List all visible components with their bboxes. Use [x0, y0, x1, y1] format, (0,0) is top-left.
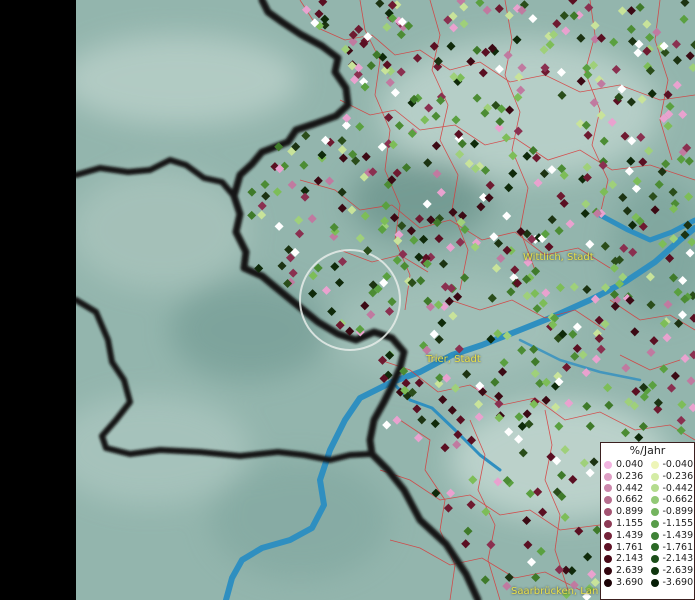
legend-value: -1.439 [662, 529, 694, 541]
legend-swatch [604, 543, 612, 552]
map-margin-strip [0, 0, 76, 600]
legend-swatch [650, 484, 659, 493]
place-label-saarbruecken: Saarbrücken, Lan [511, 586, 599, 597]
legend-row: 0.040 -0.040 [601, 459, 694, 471]
legend-value: 1.439 [616, 529, 644, 541]
legend-swatch [650, 460, 659, 469]
legend-swatch [650, 496, 659, 505]
legend-swatch [604, 484, 612, 493]
legend-value: -0.662 [662, 494, 694, 506]
legend-swatch [650, 531, 659, 540]
legend-row: 1.155 -1.155 [601, 518, 694, 530]
legend-entry-increase: 0.236 [601, 471, 648, 483]
legend-entry-increase: 3.690 [601, 577, 648, 589]
legend-value: 0.662 [616, 494, 644, 506]
legend-row: 0.662 -0.662 [601, 494, 694, 506]
legend-value: -2.143 [662, 553, 694, 565]
map-canvas[interactable] [0, 0, 695, 600]
legend-entry-decrease: -1.761 [648, 542, 695, 554]
legend-entry-increase: 1.761 [601, 542, 648, 554]
legend-entry-decrease: -0.899 [648, 506, 695, 518]
legend-entry-increase: 2.639 [601, 565, 648, 577]
legend-entry-decrease: -1.439 [648, 530, 695, 542]
legend-entry-decrease: -0.662 [648, 494, 695, 506]
legend-swatch [650, 567, 659, 576]
legend-swatch [650, 543, 659, 552]
legend-row: 0.899 -0.899 [601, 506, 694, 518]
legend-swatch [650, 519, 659, 528]
legend-entry-increase: 0.899 [601, 506, 648, 518]
legend-value: 1.761 [616, 541, 644, 553]
legend-swatch [604, 519, 612, 528]
legend-rows: 0.040 -0.040 0.236 -0.236 0.442 -0.442 0.662 -0… [601, 459, 694, 589]
legend-entry-increase: 0.442 [601, 483, 648, 495]
legend-entry-decrease: -2.639 [648, 565, 695, 577]
legend-swatch [604, 496, 612, 505]
legend-swatch [604, 460, 612, 469]
legend-value: 0.899 [616, 506, 644, 518]
legend-value: -0.236 [662, 470, 694, 482]
legend-entry-increase: 0.662 [601, 494, 648, 506]
legend-entry-increase: 1.155 [601, 518, 648, 530]
legend-swatch [604, 567, 612, 576]
legend-entry-increase: 2.143 [601, 553, 648, 565]
legend-swatch [604, 578, 612, 587]
legend-swatch [650, 472, 659, 481]
legend-swatch [604, 531, 612, 540]
legend-value: 0.236 [616, 470, 644, 482]
legend: %/Jahr 0.040 -0.040 0.236 -0.236 0.442 -0.442… [600, 442, 695, 600]
legend-swatch [650, 555, 659, 564]
legend-row: 2.639 -2.639 [601, 565, 694, 577]
legend-swatch [650, 508, 659, 517]
place-label-trier: Trier, Stadt [426, 354, 481, 365]
legend-value: -0.899 [662, 506, 694, 518]
legend-entry-decrease: -3.690 [648, 577, 695, 589]
legend-value: -1.155 [662, 517, 694, 529]
legend-value: -1.761 [662, 541, 694, 553]
legend-entry-decrease: -0.442 [648, 483, 695, 495]
legend-title: %/Jahr [629, 444, 666, 457]
legend-entry-decrease: -2.143 [648, 553, 695, 565]
legend-entry-increase: 1.439 [601, 530, 648, 542]
legend-entry-decrease: -1.155 [648, 518, 695, 530]
legend-value: 3.690 [616, 576, 644, 588]
legend-entry-decrease: -0.040 [648, 459, 695, 471]
legend-value: -0.442 [662, 482, 694, 494]
legend-value: 0.040 [616, 459, 644, 470]
legend-value: -0.040 [662, 459, 694, 470]
legend-swatch [604, 508, 612, 517]
legend-swatch [604, 555, 612, 564]
legend-value: 1.155 [616, 517, 644, 529]
legend-row: 1.439 -1.439 [601, 530, 694, 542]
legend-row: 1.761 -1.761 [601, 542, 694, 554]
legend-value: 0.442 [616, 482, 644, 494]
legend-row: 3.690 -3.690 [601, 577, 694, 589]
legend-row: 0.442 -0.442 [601, 483, 694, 495]
legend-swatch [604, 472, 612, 481]
legend-entry-decrease: -0.236 [648, 471, 695, 483]
place-label-wittlich: Wittlich, Stadt [523, 252, 594, 263]
legend-value: 2.143 [616, 553, 644, 565]
legend-swatch [650, 578, 659, 587]
legend-row: 2.143 -2.143 [601, 553, 694, 565]
map-view[interactable]: Wittlich, Stadt Trier, Stadt Saarbrücken… [0, 0, 695, 600]
legend-row: 0.236 -0.236 [601, 471, 694, 483]
legend-value: -2.639 [662, 565, 694, 577]
legend-value: -3.690 [662, 576, 694, 588]
legend-value: 2.639 [616, 565, 644, 577]
legend-entry-increase: 0.040 [601, 459, 648, 471]
